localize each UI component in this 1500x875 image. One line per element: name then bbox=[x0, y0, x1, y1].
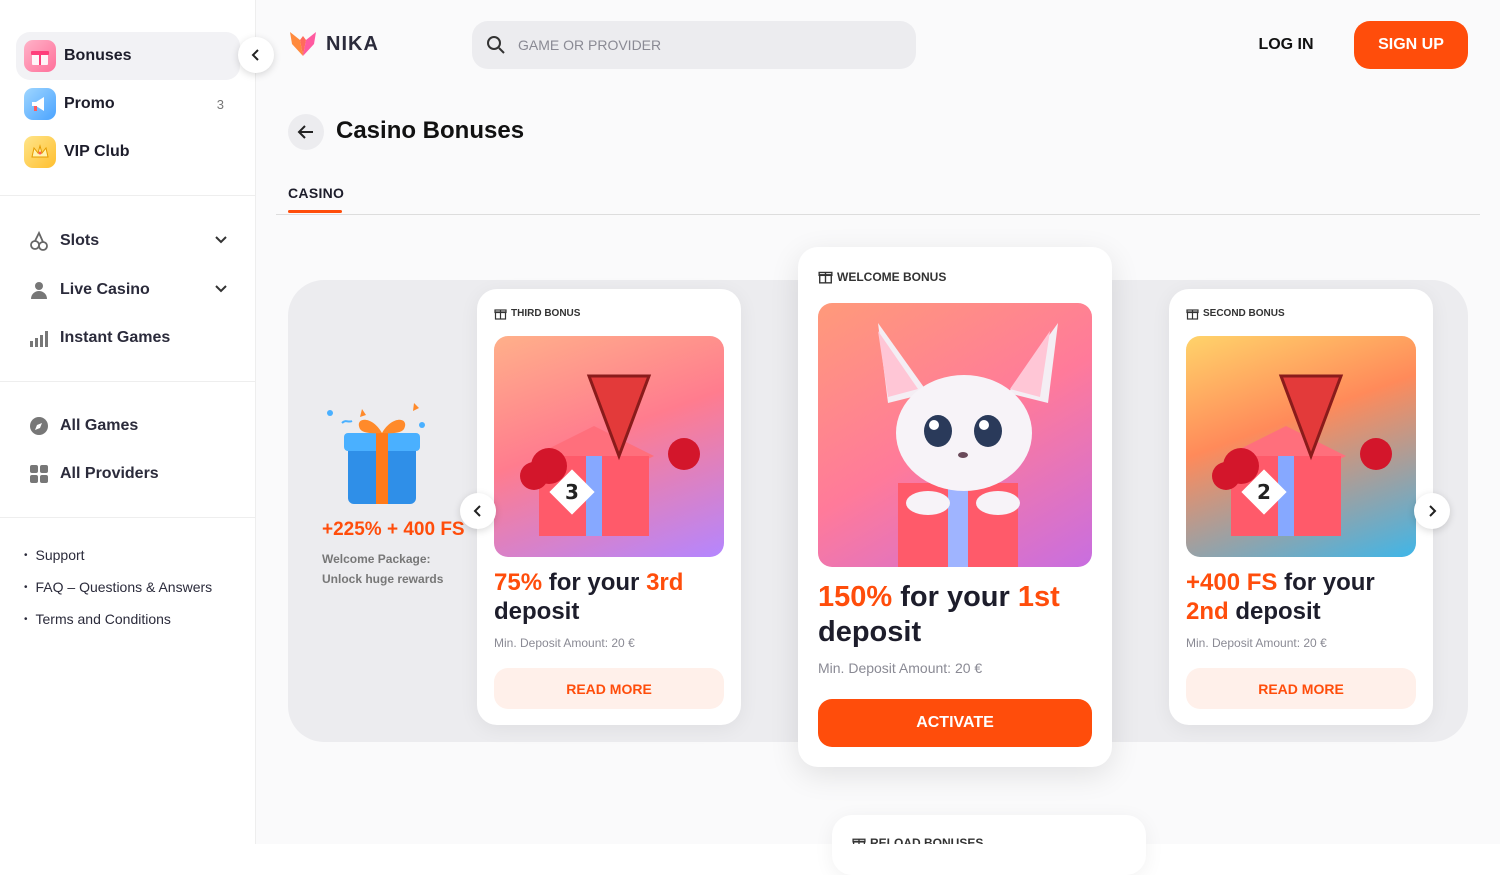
sidebar-item-label: Instant Games bbox=[60, 329, 171, 346]
carousel-next-button[interactable] bbox=[1414, 493, 1450, 529]
sidebar-item-label: Slots bbox=[60, 232, 100, 249]
chevron-left-icon bbox=[473, 505, 481, 517]
search-icon bbox=[487, 36, 505, 54]
nika-logo[interactable]: NIKA bbox=[288, 28, 379, 60]
second-bonus-read-more-button[interactable]: READ MORE bbox=[1186, 668, 1416, 709]
login-button[interactable]: LOG IN bbox=[1246, 33, 1326, 57]
sidebar-item-label: All Providers bbox=[60, 465, 159, 482]
terms-link[interactable]: Terms and Conditions bbox=[24, 611, 171, 627]
third-bonus-title: 75% for your 3rd deposit bbox=[494, 569, 684, 625]
chevron-down-icon[interactable] bbox=[214, 233, 228, 247]
sidebar-item-all-providers[interactable]: All Providers bbox=[28, 454, 234, 494]
compass-icon bbox=[30, 417, 48, 435]
welcome-bonus-image bbox=[818, 303, 1092, 567]
search-input[interactable] bbox=[518, 37, 878, 53]
gift-icon bbox=[1186, 309, 1199, 320]
promo-line-2: Unlock huge rewards bbox=[322, 572, 444, 586]
megaphone-icon bbox=[24, 88, 56, 120]
svg-text:3: 3 bbox=[565, 480, 579, 504]
cherry-icon bbox=[30, 230, 48, 251]
second-bonus-min-deposit: Min. Deposit Amount: 20 € bbox=[1186, 636, 1327, 650]
chevron-left-icon bbox=[251, 49, 259, 61]
sidebar-item-instant-games[interactable]: Instant Games bbox=[28, 318, 234, 358]
second-bonus-image: 2 bbox=[1186, 336, 1416, 557]
third-bonus-image: 3 bbox=[494, 336, 724, 557]
gift-icon bbox=[24, 40, 56, 72]
tab-casino[interactable]: CASINO bbox=[288, 185, 344, 201]
third-bonus-min-deposit: Min. Deposit Amount: 20 € bbox=[494, 636, 635, 650]
second-bonus-title: +400 FS for your 2nd deposit bbox=[1186, 569, 1375, 625]
chevron-right-icon bbox=[1429, 505, 1437, 517]
welcome-bonus-title: 150% for your 1st deposit bbox=[818, 581, 1060, 648]
card-tag: RELOAD BONUSES bbox=[852, 836, 983, 844]
sidebar-item-label: All Games bbox=[60, 417, 139, 434]
card-tag: WELCOME BONUS bbox=[818, 269, 946, 284]
promo-headline: +225% + 400 FS bbox=[322, 519, 465, 540]
sidebar-item-bonuses[interactable]: Bonuses bbox=[16, 32, 240, 80]
dealer-icon bbox=[31, 282, 47, 299]
page-title: Casino Bonuses bbox=[336, 117, 525, 144]
gift-icon bbox=[852, 838, 866, 844]
sidebar-item-label: Promo bbox=[64, 95, 115, 112]
sidebar-item-slots[interactable]: Slots bbox=[28, 221, 234, 261]
sidebar-divider bbox=[0, 195, 256, 196]
sidebar-item-label: VIP Club bbox=[64, 143, 130, 160]
promo-count-badge: 3 bbox=[216, 96, 224, 112]
sidebar-item-label: Live Casino bbox=[60, 281, 150, 298]
svg-text:2: 2 bbox=[1257, 480, 1271, 504]
sidebar-divider bbox=[0, 517, 256, 518]
collapse-sidebar-button[interactable] bbox=[238, 37, 274, 73]
bar-chart-icon bbox=[30, 331, 48, 347]
sidebar: Bonuses Promo 3 VIP Club Slots Live Casi… bbox=[0, 0, 274, 844]
sidebar-item-promo[interactable]: Promo 3 bbox=[16, 80, 240, 128]
promo-line-1: Welcome Package: bbox=[322, 552, 431, 566]
welcome-bonus-min-deposit: Min. Deposit Amount: 20 € bbox=[818, 660, 983, 676]
third-bonus-read-more-button[interactable]: READ MORE bbox=[494, 668, 724, 709]
faq-link[interactable]: FAQ – Questions & Answers bbox=[24, 579, 213, 595]
reload-bonuses-card[interactable] bbox=[832, 815, 1146, 875]
arrow-left-icon bbox=[297, 125, 313, 139]
back-button[interactable] bbox=[288, 114, 324, 150]
sidebar-item-label: Bonuses bbox=[64, 47, 132, 64]
logo-text: NIKA bbox=[326, 32, 379, 55]
tab-divider bbox=[276, 214, 1480, 215]
sidebar-item-live-casino[interactable]: Live Casino bbox=[28, 270, 234, 310]
tab-active-indicator bbox=[288, 210, 342, 213]
activate-button[interactable]: ACTIVATE bbox=[818, 699, 1092, 747]
card-tag: SECOND BONUS bbox=[1186, 307, 1285, 320]
crown-icon bbox=[24, 136, 56, 168]
grid-icon bbox=[30, 465, 48, 483]
logo-icon bbox=[290, 32, 316, 56]
chevron-down-icon[interactable] bbox=[214, 282, 228, 296]
gift-box-illustration bbox=[322, 395, 432, 510]
sidebar-item-all-games[interactable]: All Games bbox=[28, 406, 234, 446]
support-link[interactable]: Support bbox=[24, 547, 85, 563]
search-bar[interactable] bbox=[472, 21, 916, 69]
sidebar-divider bbox=[0, 381, 256, 382]
carousel-prev-button[interactable] bbox=[460, 493, 496, 529]
gift-icon bbox=[494, 309, 507, 320]
sidebar-item-vip-club[interactable]: VIP Club bbox=[16, 128, 240, 176]
signup-button[interactable]: SIGN UP bbox=[1354, 21, 1468, 69]
card-tag: THIRD BONUS bbox=[494, 307, 580, 320]
gift-icon bbox=[818, 271, 833, 284]
